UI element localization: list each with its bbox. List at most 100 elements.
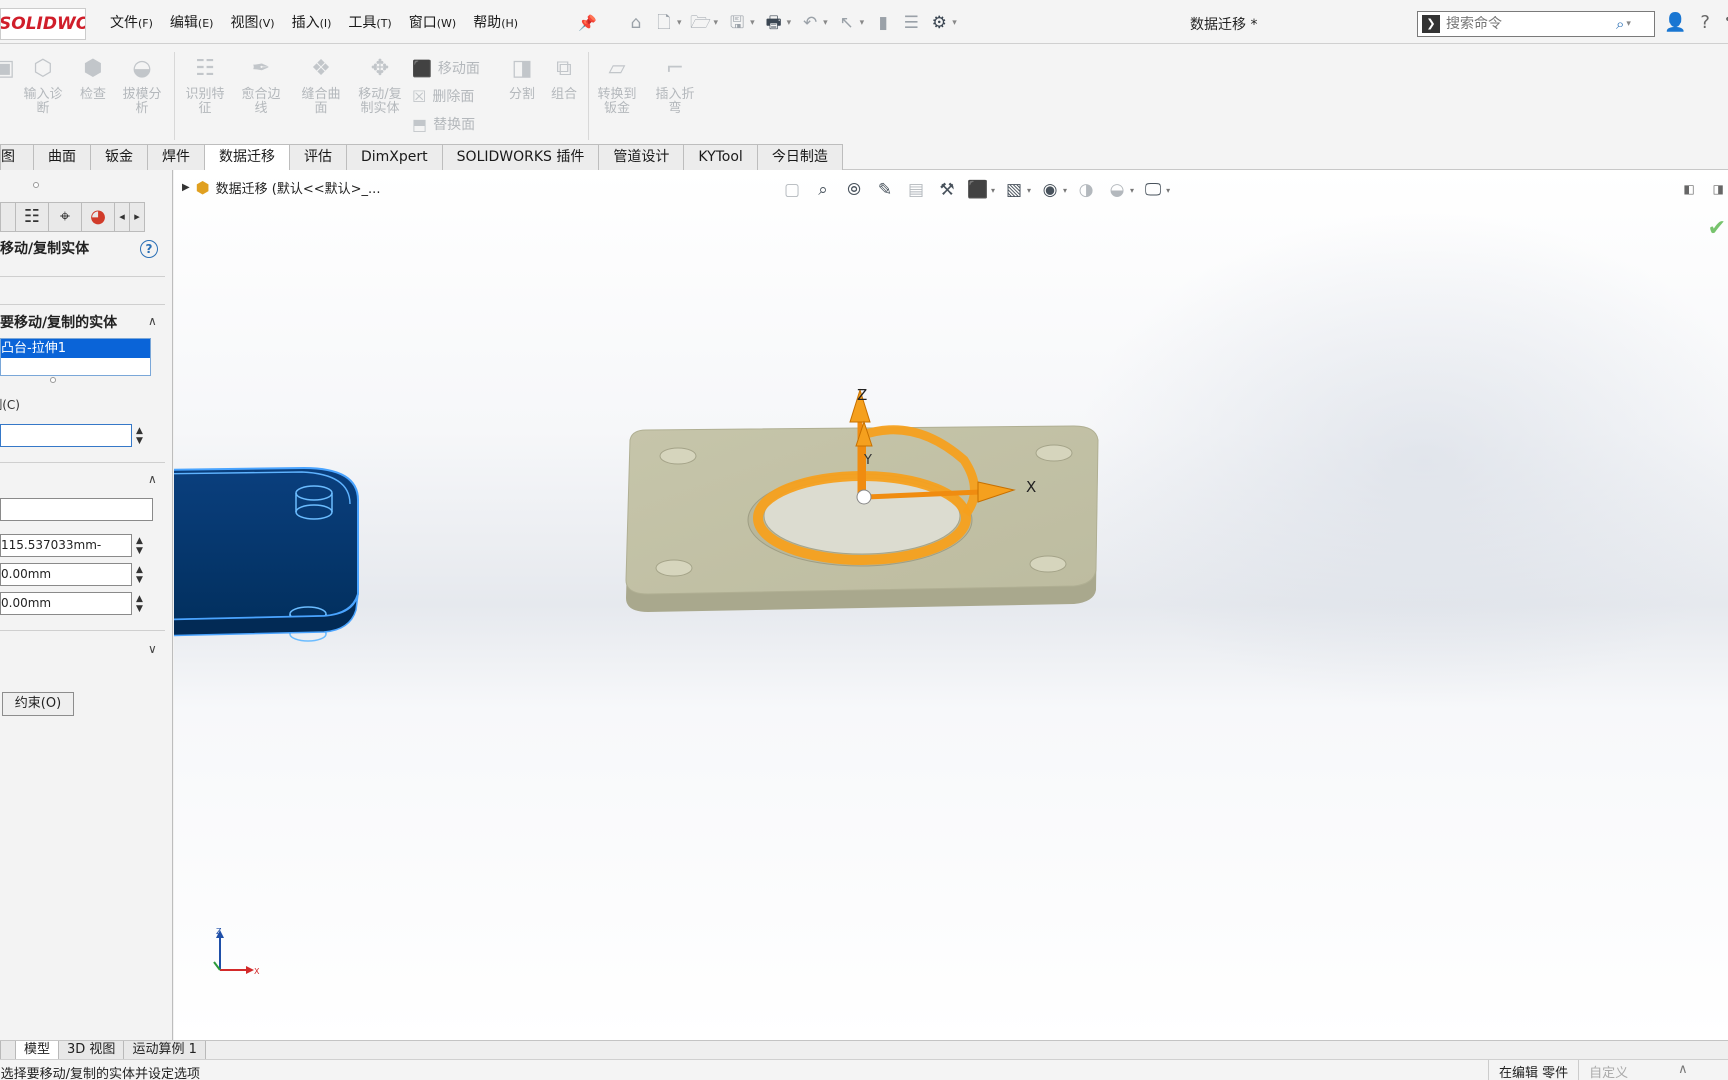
home-icon[interactable]: ⌂ <box>625 12 647 34</box>
menu-tools[interactable]: 工具(T) <box>348 12 391 32</box>
chevron-up-icon[interactable]: ∧ <box>148 472 157 486</box>
menu-window[interactable]: 窗口(W) <box>409 12 456 32</box>
property-manager-tab-icon[interactable]: ☷ <box>15 202 49 232</box>
tab-sheet-metal[interactable]: 钣金 <box>90 144 148 170</box>
menu-help[interactable]: 帮助(H) <box>473 12 518 32</box>
delta-x-field[interactable]: -115.537033mm <box>0 534 132 557</box>
delta-y-field[interactable]: 0.00mm <box>0 563 132 586</box>
menu-insert[interactable]: 插入(I) <box>292 12 332 32</box>
menu-view[interactable]: 视图(V) <box>230 12 274 32</box>
file-properties-icon[interactable]: ☰ <box>900 12 922 34</box>
chevron-down-icon[interactable]: ▾ <box>952 18 957 28</box>
menu-edit[interactable]: 编辑(E) <box>170 12 214 32</box>
tab-evaluate[interactable]: 评估 <box>289 144 347 170</box>
save-icon[interactable]: 🖫 <box>726 12 748 34</box>
select-pointer-icon[interactable]: ↖ <box>836 12 858 34</box>
unit-system-selector[interactable]: 自定义 <box>1578 1060 1668 1080</box>
spinner-icon[interactable]: ▲ ▼ <box>136 565 143 585</box>
tab-scroll-left[interactable] <box>0 1041 16 1060</box>
reference-triad[interactable]: Z X <box>210 928 260 978</box>
check-button[interactable]: ⬢ 检查 <box>74 58 112 102</box>
insert-bends-button[interactable]: ⌐ 插入折弯 <box>652 58 698 116</box>
chevron-down-icon[interactable]: ▾ <box>677 18 682 28</box>
replace-face-button[interactable]: ⬒ 替换面 <box>412 114 475 134</box>
tab-routing[interactable]: 管道设计 <box>598 144 685 170</box>
list-resize-dot[interactable] <box>50 377 56 383</box>
rebuild-icon[interactable]: ▮ <box>872 12 894 34</box>
draft-analysis-button[interactable]: ◒ 拔模分析 <box>118 58 166 116</box>
tab-solidworks-addins[interactable]: SOLIDWORKS 插件 <box>441 144 600 170</box>
chevron-up-icon[interactable]: ∧ <box>148 314 157 328</box>
pin-icon[interactable]: • <box>1724 12 1728 33</box>
tab-surfaces[interactable]: 曲面 <box>33 144 91 170</box>
spinner-icon[interactable]: ▲ ▼ <box>136 594 143 614</box>
selected-body-item[interactable]: 凸台-拉伸1 <box>1 339 150 358</box>
button-label: 愈合边线 <box>241 87 281 116</box>
help-icon[interactable]: ? <box>140 240 158 258</box>
solidworks-logo[interactable]: SOLIDWORKS <box>0 8 86 40</box>
knit-edges-button[interactable]: ✒ 愈合边线 <box>238 58 284 116</box>
divider <box>0 276 165 277</box>
spinner-icon[interactable]: ▲ ▼ <box>136 426 143 446</box>
graphics-area[interactable]: ▶ ⬢ 数据迁移 (默认<<默认>_... ▢ ⌕ ⦾ ✎ ▤ ⚒ ⬛ ▾ ▧ ▾ … <box>174 170 1728 1040</box>
move-face-icon: ⬛ <box>412 58 432 78</box>
new-document-icon[interactable]: 🗋 <box>653 12 675 34</box>
menu-file[interactable]: 文件(F) <box>110 12 153 32</box>
chevron-up-icon[interactable]: ∧ <box>1668 1060 1698 1080</box>
tabs-scroll-left-icon[interactable]: ◂ <box>114 202 130 232</box>
bodies-section-header[interactable]: 要移动/复制的实体 <box>0 312 130 332</box>
chevron-down-icon[interactable]: ▾ <box>823 18 828 28</box>
appearance-manager-icon[interactable]: ◕ <box>81 202 115 232</box>
pin-menu-icon[interactable]: 📌 <box>578 14 597 32</box>
tab-kytool[interactable]: KYTool <box>683 144 758 170</box>
move-copy-body-button[interactable]: ✥ 移动/复制实体 <box>356 58 404 116</box>
feature-manager-tab[interactable] <box>0 202 16 232</box>
search-input[interactable] <box>1446 16 1616 32</box>
user-account-icon[interactable]: 👤 <box>1664 12 1686 33</box>
bodies-selection-box[interactable]: 凸台-拉伸1 <box>0 338 151 376</box>
delta-z-field[interactable]: 0.00mm <box>0 592 132 615</box>
chevron-down-icon[interactable]: ▾ <box>1626 19 1631 29</box>
tabs-scroll-right-icon[interactable]: ▸ <box>129 202 145 232</box>
tab-sketch[interactable]: 草图 <box>0 144 34 170</box>
divider <box>0 630 165 631</box>
convert-sheet-metal-button[interactable]: ▱ 转换到钣金 <box>594 58 640 116</box>
import-diagnose-button[interactable]: ⬡ 输入诊断 <box>20 58 66 116</box>
chevron-down-icon[interactable]: ▾ <box>750 18 755 28</box>
undo-icon[interactable]: ↶ <box>799 12 821 34</box>
constraints-button[interactable]: 约束(O) <box>2 692 74 716</box>
options-gear-icon[interactable]: ⚙ <box>928 12 950 34</box>
search-commands[interactable]: ❯ ⌕ ▾ <box>1417 11 1655 37</box>
move-face-button[interactable]: ⬛ 移动面 <box>412 58 480 78</box>
configuration-manager-icon[interactable]: ⌖ <box>48 202 82 232</box>
copied-body-preview[interactable] <box>174 466 359 642</box>
recognize-features-button[interactable]: ☷ 识别特征 <box>182 58 228 116</box>
tab-data-migration[interactable]: 数据迁移 <box>204 144 290 170</box>
chevron-down-icon[interactable]: ▾ <box>714 18 719 28</box>
combine-button[interactable]: ⧉ 组合 <box>546 58 582 102</box>
print-icon[interactable]: 🖶 <box>763 12 785 34</box>
spinner-icon[interactable]: ▲ ▼ <box>136 536 143 556</box>
tab-3d-views[interactable]: 3D 视图 <box>58 1041 125 1060</box>
tab-weldments[interactable]: 焊件 <box>147 144 205 170</box>
chevron-down-icon[interactable]: ▾ <box>787 18 792 28</box>
tab-dimxpert[interactable]: DimXpert <box>346 144 443 170</box>
copy-checkbox-label[interactable]: 复制(C) <box>0 396 20 413</box>
open-folder-icon[interactable]: 🗁 <box>690 12 712 34</box>
chevron-down-icon[interactable]: ▾ <box>860 18 865 28</box>
help-icon[interactable]: ? <box>1700 12 1710 33</box>
button-label: 拔模分析 <box>122 87 162 116</box>
chevron-down-icon[interactable]: ∨ <box>148 642 157 656</box>
knit-surface-button[interactable]: ❖ 缝合曲面 <box>298 58 344 116</box>
reference-entity-field[interactable] <box>0 498 153 521</box>
splitter-dot[interactable] <box>33 182 39 188</box>
ribbon-separator <box>174 52 175 140</box>
tab-today-manufacturing[interactable]: 今日制造 <box>756 144 843 170</box>
tab-motion-study-1[interactable]: 运动算例 1 <box>123 1041 206 1060</box>
split-button[interactable]: ◨ 分割 <box>504 58 540 102</box>
copy-count-field[interactable] <box>0 424 132 447</box>
search-icon[interactable]: ⌕ <box>1616 15 1624 33</box>
ribbon-cut-partial[interactable]: ▣ <box>0 58 15 88</box>
delete-face-button[interactable]: ☒ 删除面 <box>412 86 474 106</box>
tab-model[interactable]: 模型 <box>15 1041 60 1060</box>
